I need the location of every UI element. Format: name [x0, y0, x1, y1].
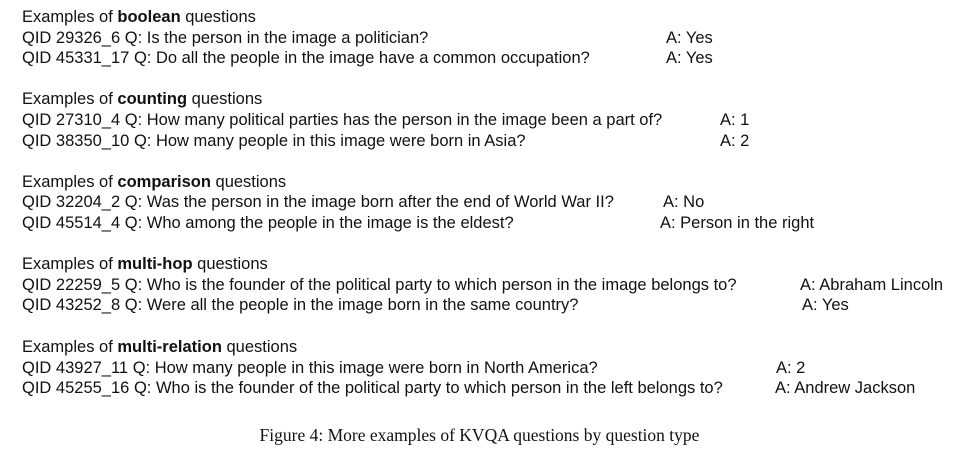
- question: Q: Who among the people in the image is …: [124, 214, 514, 232]
- qid: QID 32204_2: [22, 193, 121, 211]
- kvqa-examples-figure: Examples of boolean questions QID 29326_…: [0, 0, 959, 457]
- qid: QID 43927_11: [22, 359, 129, 377]
- question: Q: Who is the founder of the political p…: [133, 379, 723, 397]
- section-title-multi-relation: Examples of multi-relation questions: [22, 338, 298, 356]
- answer: A: Yes: [666, 29, 713, 47]
- example-row: QID 45514_4 Q: Who among the people in t…: [22, 213, 514, 233]
- question-type: comparison: [117, 173, 211, 191]
- answer: A: Yes: [666, 49, 713, 67]
- question: Q: How many people in this image were bo…: [132, 359, 598, 377]
- question: Q: Is the person in the image a politici…: [124, 29, 429, 47]
- qid: QID 38350_10: [22, 132, 130, 150]
- example-row: QID 29326_6 Q: Is the person in the imag…: [22, 28, 428, 48]
- qid: QID 43252_8: [22, 296, 121, 314]
- answer: A: 1: [720, 111, 750, 129]
- question-type: multi-hop: [117, 255, 193, 273]
- example-row: QID 38350_10 Q: How many people in this …: [22, 131, 526, 151]
- answer: A: 2: [776, 359, 806, 377]
- qid: QID 45331_17: [22, 49, 130, 67]
- figure-caption: Figure 4: More examples of KVQA question…: [259, 425, 700, 445]
- answer: A: 2: [720, 132, 750, 150]
- section-title-boolean: Examples of boolean questions: [22, 8, 256, 26]
- question-type: multi-relation: [117, 338, 222, 356]
- question: Q: Were all the people in the image born…: [124, 296, 579, 314]
- example-row: QID 43252_8 Q: Were all the people in th…: [22, 295, 578, 315]
- qid: QID 45514_4: [22, 214, 121, 232]
- answer: A: Andrew Jackson: [775, 379, 916, 397]
- example-row: QID 43927_11 Q: How many people in this …: [22, 358, 598, 378]
- example-row: QID 45331_17 Q: Do all the people in the…: [22, 48, 590, 68]
- question: Q: How many people in this image were bo…: [133, 132, 526, 150]
- answer: A: Yes: [802, 296, 849, 314]
- section-title-counting: Examples of counting questions: [22, 90, 263, 108]
- question: Q: Who is the founder of the political p…: [124, 276, 737, 294]
- answer: A: No: [663, 193, 705, 211]
- question-type: counting: [117, 90, 188, 108]
- qid: QID 27310_4: [22, 111, 121, 129]
- example-row: QID 22259_5 Q: Who is the founder of the…: [22, 275, 737, 295]
- section-title-multi-hop: Examples of multi-hop questions: [22, 255, 268, 273]
- example-row: QID 27310_4 Q: How many political partie…: [22, 110, 662, 130]
- qid: QID 29326_6: [22, 29, 121, 47]
- answer: A: Abraham Lincoln: [800, 276, 944, 294]
- question-type: boolean: [117, 8, 181, 26]
- question: Q: How many political parties has the pe…: [124, 111, 663, 129]
- section-title-comparison: Examples of comparison questions: [22, 173, 287, 191]
- answer: A: Person in the right: [660, 214, 815, 232]
- qid: QID 45255_16: [22, 379, 130, 397]
- example-row: QID 32204_2 Q: Was the person in the ima…: [22, 192, 614, 212]
- example-row: QID 45255_16 Q: Who is the founder of th…: [22, 378, 723, 398]
- qid: QID 22259_5: [22, 276, 121, 294]
- question: Q: Do all the people in the image have a…: [133, 49, 590, 67]
- question: Q: Was the person in the image born afte…: [124, 193, 614, 211]
